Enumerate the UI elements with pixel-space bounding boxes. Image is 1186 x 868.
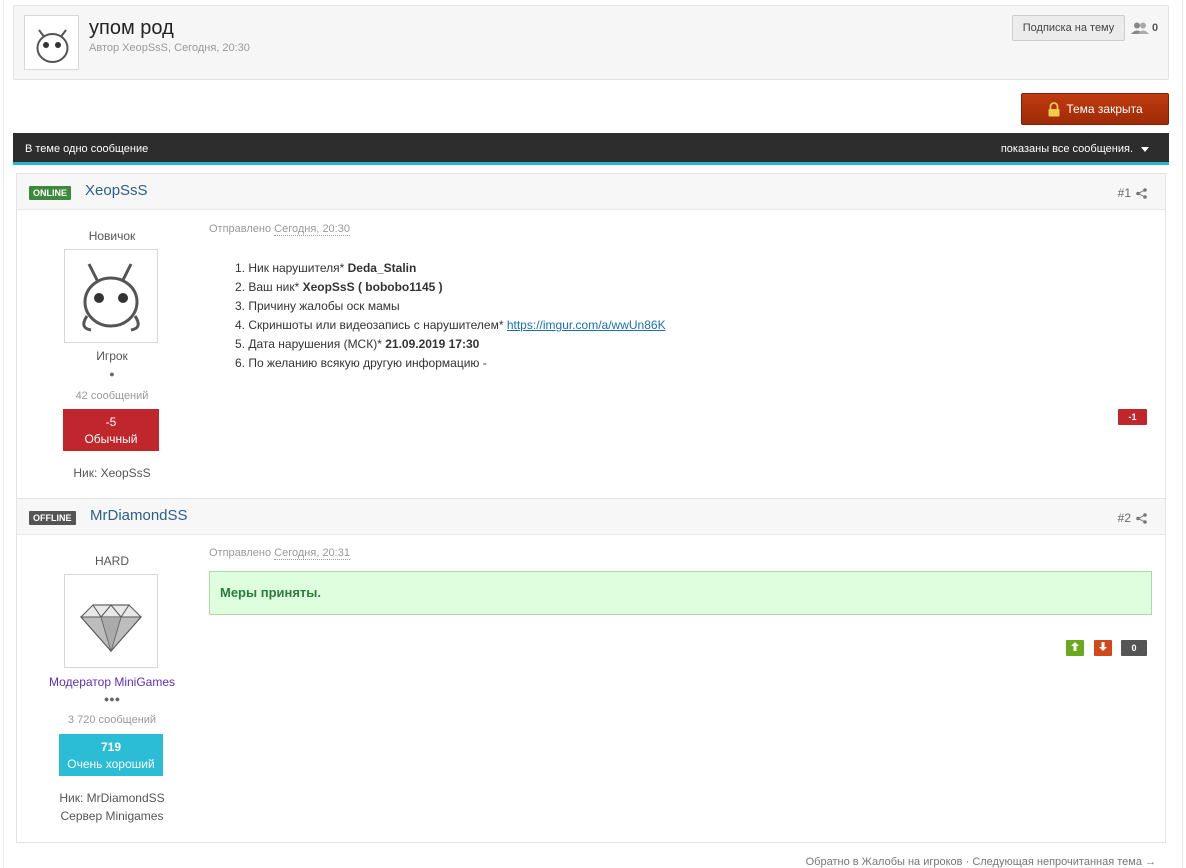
post-line: 1. Ник нарушителя* Deda_Stalin bbox=[235, 261, 417, 275]
post-count-text: В теме одно сообщение bbox=[25, 143, 149, 155]
user-rank: Модератор MiniGames bbox=[48, 675, 176, 689]
post-number: #2 bbox=[1117, 511, 1131, 525]
reputation-label: Очень хороший bbox=[67, 757, 155, 771]
reputation-badge: -5 Обычный bbox=[63, 409, 159, 451]
post-author-link[interactable]: MrDiamondSS bbox=[90, 507, 188, 524]
share-icon bbox=[1136, 187, 1147, 199]
diamond-avatar-icon bbox=[79, 604, 143, 653]
follow-topic-button[interactable]: Подписка на тему bbox=[1012, 15, 1125, 41]
user-avatar[interactable] bbox=[64, 249, 158, 343]
arrow-up-icon bbox=[1071, 642, 1079, 651]
share-icon bbox=[1136, 512, 1147, 524]
chevron-down-icon bbox=[1141, 146, 1149, 152]
screenshot-link[interactable]: https://imgur.com/a/wwUn86K bbox=[507, 318, 666, 332]
post-line: 6. По желанию всякую другую информацию - bbox=[235, 356, 487, 370]
post-line: 3. Причину жалобы оск мамы bbox=[235, 299, 400, 313]
post-number-link[interactable]: #2 bbox=[1118, 511, 1147, 525]
topic-author-avatar[interactable] bbox=[24, 15, 79, 70]
posts-bar: В теме одно сообщение показаны все сообщ… bbox=[13, 133, 1169, 165]
user-rank: Игрок bbox=[96, 349, 128, 363]
group-title: HARD bbox=[94, 554, 129, 568]
post-reputation: -1 bbox=[1118, 409, 1147, 425]
post-content: 1. Ник нарушителя* Deda_Stalin 2. Ваш ни… bbox=[235, 259, 666, 373]
followers-number: 0 bbox=[1152, 22, 1159, 34]
user-post-count: 42 сообщений bbox=[75, 390, 149, 402]
topic-header: упом род Автор XeopSsS, Сегодня, 20:30 П… bbox=[13, 5, 1169, 80]
post-header: OFFLINE MrDiamondSS #2 bbox=[17, 498, 1165, 535]
user-post-count: 3 720 сообщений bbox=[67, 714, 157, 726]
rank-pips: ● bbox=[109, 369, 115, 379]
reputation-badge: 719 Очень хороший bbox=[59, 734, 163, 776]
post-number: #1 bbox=[1117, 186, 1131, 200]
post-header: ONLINE XeopSsS #1 bbox=[17, 173, 1165, 210]
post-author-link[interactable]: XeopSsS bbox=[85, 182, 148, 199]
topic-title: упом род bbox=[89, 17, 174, 39]
post-line: 2. Ваш ник* XeopSsS ( bobobo1145 ) bbox=[235, 280, 443, 294]
default-avatar-icon bbox=[82, 263, 140, 332]
followers-count[interactable]: 0 bbox=[1131, 22, 1158, 34]
rank-pips: ●●● bbox=[103, 694, 121, 704]
arrow-down-icon bbox=[1099, 642, 1107, 651]
posted-timestamp: Сегодня, 20:30 bbox=[274, 223, 350, 236]
user-nick: Ник: MrDiamondSS bbox=[59, 791, 165, 805]
post-number-link[interactable]: #1 bbox=[1118, 186, 1147, 200]
posted-timestamp: Сегодня, 20:31 bbox=[274, 547, 350, 560]
topic-meta: Автор XeopSsS, Сегодня, 20:30 bbox=[89, 42, 250, 54]
user-avatar[interactable] bbox=[64, 574, 158, 668]
back-to-forum-link[interactable]: Обратно в Жалобы на игроков bbox=[806, 856, 963, 868]
user-nick: Ник: XeopSsS bbox=[73, 466, 151, 480]
user-server: Сервер Minigames bbox=[60, 809, 164, 823]
lock-icon bbox=[1048, 101, 1060, 116]
reputation-value: -5 bbox=[105, 415, 117, 429]
topic-closed-button[interactable]: Тема закрыта bbox=[1021, 93, 1169, 125]
moderation-notice: Меры приняты. bbox=[209, 571, 1152, 615]
posted-time: Отправлено Сегодня, 20:30 bbox=[209, 223, 350, 236]
filter-label: показаны все сообщения. bbox=[1000, 143, 1133, 155]
next-unread-topic-link[interactable]: Следующая непрочитанная тема → bbox=[972, 856, 1156, 868]
offline-badge: OFFLINE bbox=[29, 511, 76, 525]
reputation-label: Обычный bbox=[84, 432, 138, 446]
vote-down-button[interactable] bbox=[1094, 640, 1112, 656]
post-reputation: 0 bbox=[1121, 640, 1147, 656]
default-avatar-icon bbox=[36, 29, 69, 63]
footer-links: Обратно в Жалобы на игроков · Следующая … bbox=[805, 856, 1156, 868]
reputation-value: 719 bbox=[100, 740, 122, 754]
topic-closed-label: Тема закрыта bbox=[1066, 102, 1143, 116]
filter-dropdown[interactable]: показаны все сообщения. bbox=[1001, 143, 1149, 155]
vote-up-button[interactable] bbox=[1066, 640, 1084, 656]
post-line: 5. Дата нарушения (МСК)* 21.09.2019 17:3… bbox=[235, 337, 480, 351]
posts-container: ONLINE XeopSsS #1 Новичок Игрок ● 42 соо… bbox=[16, 173, 1166, 843]
posted-time: Отправлено Сегодня, 20:31 bbox=[209, 547, 350, 560]
post-line: 4. Скриншоты или видеозапись с нарушител… bbox=[235, 318, 666, 332]
group-title: Новичок bbox=[88, 229, 136, 243]
users-icon bbox=[1131, 22, 1149, 34]
online-badge: ONLINE bbox=[29, 186, 72, 200]
